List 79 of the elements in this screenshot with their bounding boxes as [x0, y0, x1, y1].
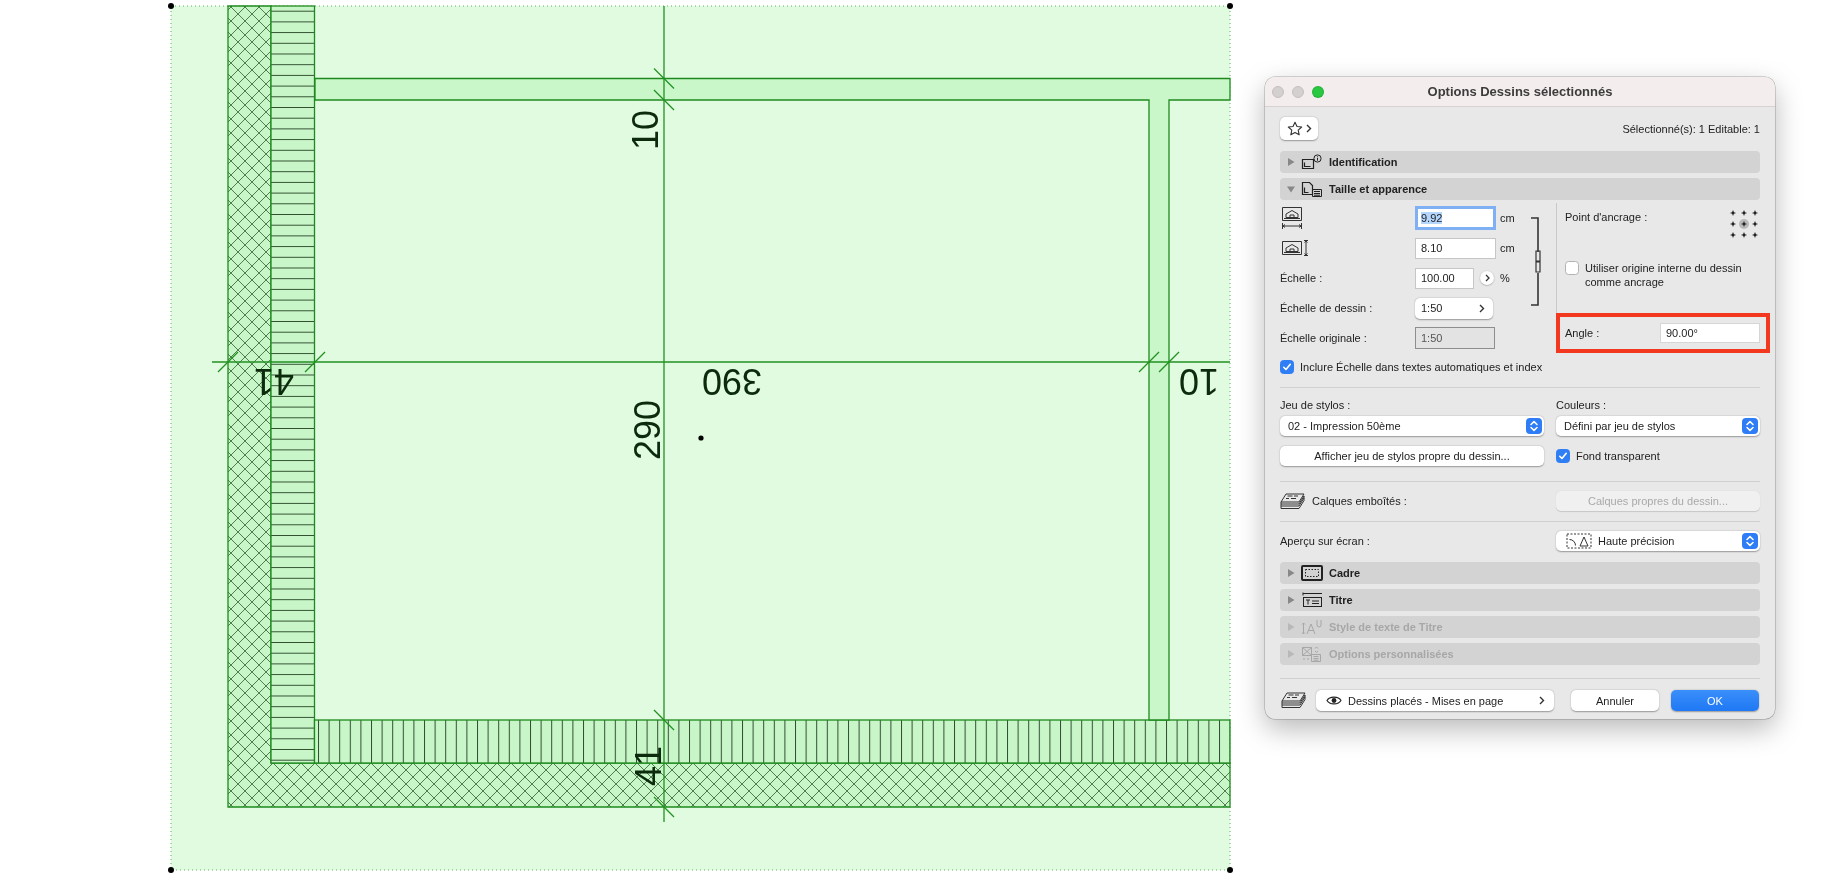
anchor-point-icon[interactable] — [1728, 219, 1738, 229]
selection-info: Sélectionné(s): 1 Editable: 1 — [1622, 122, 1760, 135]
link-bracket-icon[interactable] — [1530, 217, 1542, 306]
field-label: Échelle de dessin : — [1280, 302, 1373, 314]
checkbox-label: Utiliser origine interne du dessin comme ancrage — [1585, 261, 1743, 289]
stepper-icon — [1742, 418, 1758, 434]
field-label: Point d'ancrage : — [1565, 211, 1648, 223]
dimension-text: 41 — [627, 746, 669, 786]
cancel-button[interactable]: Annuler — [1571, 690, 1659, 711]
window-title: Options Dessins sélectionnés — [1427, 84, 1613, 99]
checkbox[interactable] — [1565, 261, 1579, 275]
unit-label: cm — [1499, 212, 1515, 224]
anchor-point-icon[interactable] — [1750, 219, 1760, 229]
field-label: Aperçu sur écran : — [1280, 534, 1370, 547]
scale-options-button[interactable] — [1480, 271, 1494, 285]
dotted-frame-icon — [1301, 565, 1323, 581]
dimension-text: 390 — [701, 360, 763, 402]
anchor-point-icon[interactable] — [1739, 208, 1749, 218]
dimension-text: 290 — [626, 399, 668, 461]
field-label: Calques emboîtés : — [1312, 495, 1407, 507]
star-icon — [1286, 120, 1303, 137]
anchor-point-icon[interactable] — [1750, 230, 1760, 240]
checkbox[interactable] — [1280, 360, 1294, 374]
field-label: Échelle originale : — [1280, 332, 1367, 344]
house-width-icon — [1281, 206, 1303, 230]
house-height-icon — [1281, 239, 1309, 257]
height-field[interactable]: 8.10 — [1415, 237, 1496, 259]
width-field[interactable]: 9.92 — [1415, 206, 1496, 230]
scale-field[interactable]: 100.00 — [1415, 267, 1474, 289]
anchor-point-icon[interactable] — [1728, 208, 1738, 218]
section-header[interactable]: Titre — [1280, 589, 1760, 611]
reference-dot-icon — [698, 435, 704, 441]
anchor-point-icon[interactable] — [1739, 219, 1749, 229]
checkbox[interactable] — [1556, 449, 1570, 463]
unit-label: % — [1499, 272, 1510, 284]
stepper-icon — [1526, 418, 1542, 434]
checkbox-label: Fond transparent — [1576, 450, 1660, 462]
colors-popup[interactable]: Défini par jeu de stylos — [1556, 416, 1760, 436]
eye-icon — [1326, 695, 1342, 706]
layout-button[interactable]: Dessins placés - Mises en page — [1316, 690, 1554, 711]
dashed-shapes-icon — [1566, 532, 1592, 549]
layers-icon — [1280, 492, 1305, 510]
chevron-icon — [1479, 303, 1485, 313]
chevron-icon — [1484, 274, 1490, 282]
field-label: Échelle : — [1280, 272, 1323, 284]
field-label: Couleurs : — [1556, 399, 1607, 411]
document-list-icon — [1301, 181, 1323, 197]
dimension-text: 41 — [254, 360, 294, 402]
section-header[interactable]: Taille et apparence — [1280, 178, 1760, 200]
show-pen-set-button[interactable]: Afficher jeu de stylos propre du dessin... — [1280, 446, 1544, 466]
stepper-icon — [1742, 532, 1758, 549]
dimension-text: 10 — [624, 110, 666, 150]
section-header[interactable]: Cadre — [1280, 562, 1760, 584]
pen-set-popup[interactable]: 02 - Impression 50ème — [1280, 416, 1544, 436]
layers-icon — [1281, 692, 1306, 709]
dimension-text: 10 — [1179, 360, 1219, 402]
section-header[interactable]: Identification — [1280, 151, 1760, 173]
selection-handle-icon[interactable] — [168, 3, 174, 9]
anchor-point-icon[interactable] — [1750, 208, 1760, 218]
angle-field[interactable]: 90.00° — [1660, 323, 1760, 343]
selection-handle-icon[interactable] — [1227, 867, 1233, 873]
chevron-icon — [1539, 696, 1545, 705]
favorites-button[interactable] — [1280, 117, 1318, 140]
selection-handle-icon[interactable] — [168, 867, 174, 873]
title-block-icon — [1301, 592, 1323, 608]
checkbox-label: Inclure Échelle dans textes automatiques et index — [1300, 361, 1543, 373]
anchor-point-icon[interactable] — [1739, 230, 1749, 240]
field-label: Angle : — [1565, 327, 1600, 339]
anchor-point-icon[interactable] — [1728, 230, 1738, 240]
chevron-icon — [1305, 124, 1312, 133]
document-info-icon — [1301, 154, 1323, 170]
ok-button[interactable]: OK — [1671, 690, 1759, 711]
custom-options-icon — [1301, 646, 1323, 662]
field-label: Jeu de stylos : — [1280, 399, 1351, 411]
drawing-scale-popup[interactable]: 1:50 — [1415, 297, 1493, 319]
text-style-icon — [1301, 619, 1323, 635]
screen-preview-popup[interactable]: Haute précision — [1556, 530, 1760, 551]
selection-handle-icon[interactable] — [1227, 3, 1233, 9]
unit-label: cm — [1499, 242, 1515, 254]
